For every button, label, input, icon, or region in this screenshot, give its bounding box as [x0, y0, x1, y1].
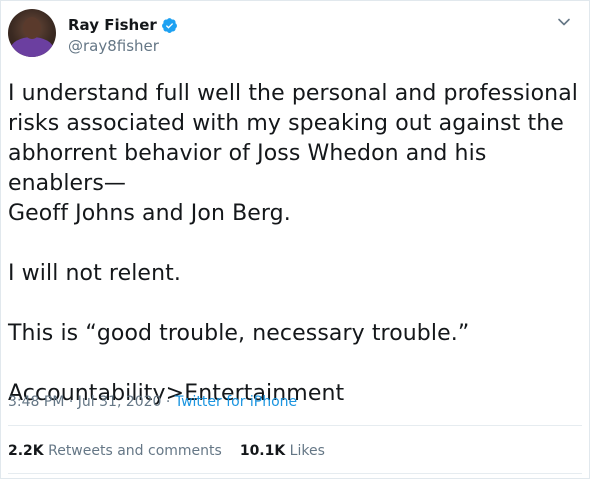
user-handle[interactable]: @ray8fisher	[68, 37, 178, 55]
display-name-row[interactable]: Ray Fisher	[68, 16, 178, 34]
avatar[interactable]	[8, 9, 56, 57]
retweets-stat[interactable]: 2.2K Retweets and comments	[8, 443, 222, 459]
likes-label: Likes	[285, 443, 325, 459]
avatar-shirt	[10, 37, 54, 57]
meta-separator-2: ·	[161, 394, 175, 410]
verified-badge-icon	[161, 17, 177, 33]
chevron-down-icon[interactable]	[557, 15, 571, 29]
tweet-meta: 3:48 PM · Jul 31, 2020 · Twitter for iPh…	[8, 394, 297, 410]
divider-bottom	[8, 473, 582, 474]
tweet-source-link[interactable]: Twitter for iPhone	[175, 394, 297, 410]
meta-separator: ·	[64, 394, 78, 410]
user-info: Ray Fisher @ray8fisher	[68, 15, 178, 55]
tweet-time[interactable]: 3:48 PM	[8, 394, 64, 410]
tweet-stats: 2.2K Retweets and comments 10.1K Likes	[8, 443, 325, 459]
display-name[interactable]: Ray Fisher	[68, 16, 157, 34]
tweet-card: Ray Fisher @ray8fisher I understand full…	[0, 0, 590, 479]
divider-top	[8, 425, 582, 426]
likes-stat[interactable]: 10.1K Likes	[240, 443, 325, 459]
tweet-text: I understand full well the personal and …	[8, 81, 579, 406]
retweets-label: Retweets and comments	[43, 443, 222, 459]
avatar-head	[23, 17, 41, 39]
tweet-date[interactable]: Jul 31, 2020	[78, 394, 162, 410]
retweets-count: 2.2K	[8, 443, 44, 459]
likes-count: 10.1K	[239, 443, 286, 459]
